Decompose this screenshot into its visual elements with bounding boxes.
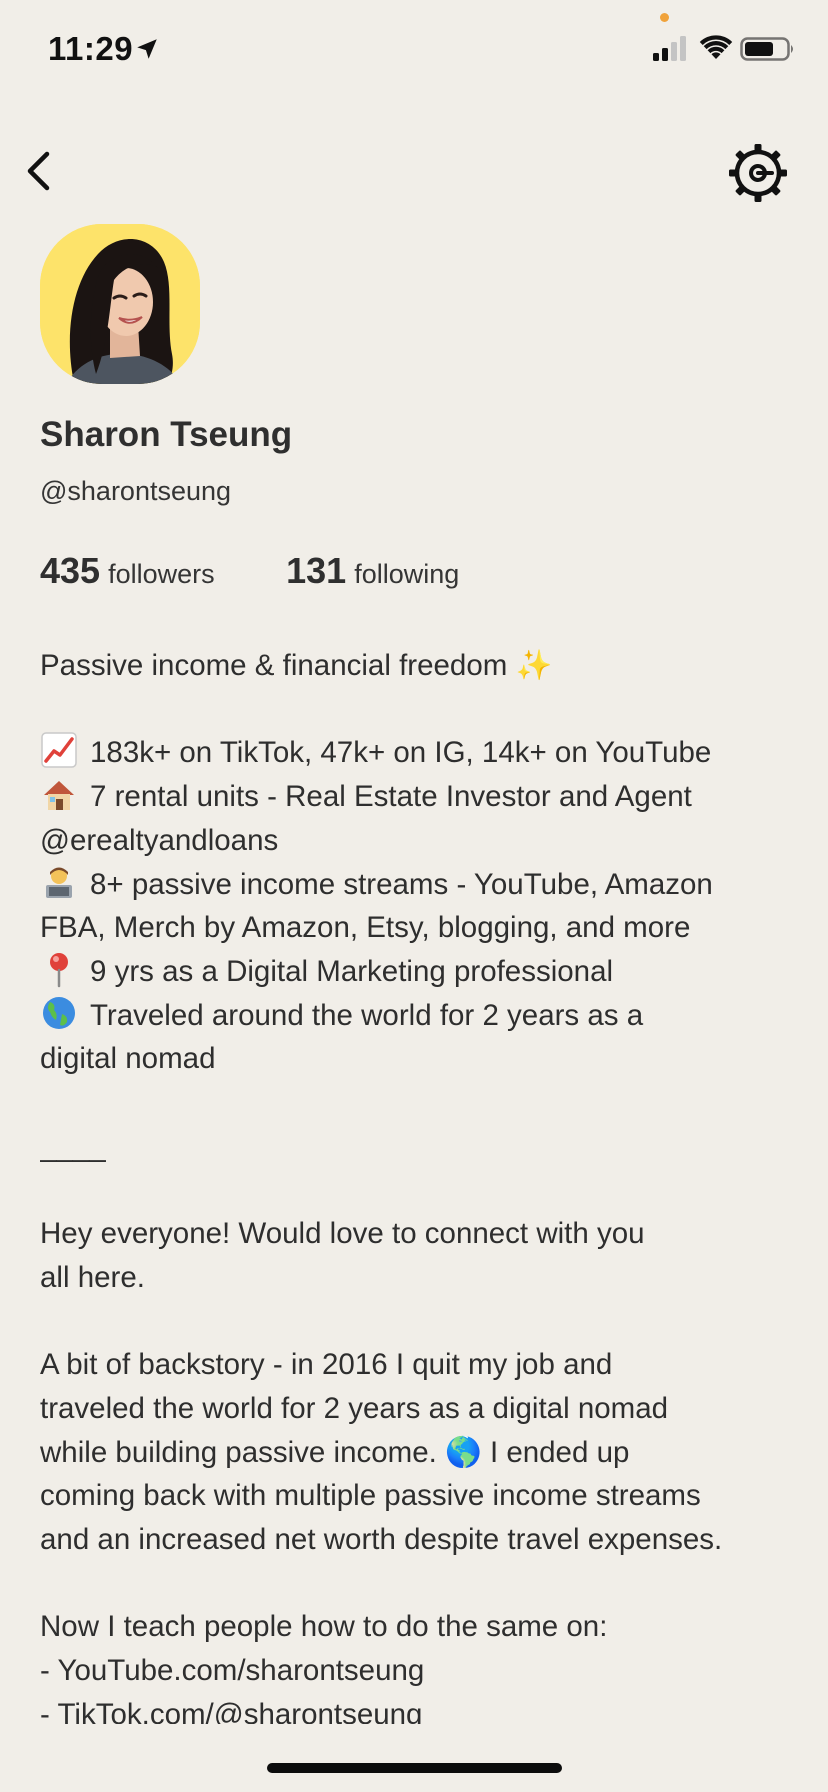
globe-americas-icon	[43, 996, 75, 1029]
bio-line: coming back with multiple passive income…	[40, 1474, 800, 1518]
bio-line	[40, 1562, 800, 1606]
round-pushpin-icon	[50, 952, 68, 988]
bio-line-text: all here.	[40, 1260, 145, 1294]
bio-line: ____	[40, 1125, 800, 1169]
bio-line-text: Hey everyone! Would love to connect with…	[40, 1217, 645, 1251]
following-label: following	[354, 559, 460, 589]
location-arrow-icon	[137, 39, 157, 59]
bio-line-text: FBA, Merch by Amazon, Etsy, blogging, an…	[40, 911, 691, 945]
gear-icon[interactable]	[728, 143, 788, 203]
bio-line: 8+ passive income streams - YouTube, Ama…	[40, 863, 800, 907]
bio-line: Hey everyone! Would love to connect with…	[40, 1212, 800, 1256]
following-link[interactable]: 131 following	[286, 550, 459, 592]
followers-link[interactable]: 435 followers	[40, 550, 215, 592]
bio-line-text: ____	[40, 1129, 106, 1163]
bio-line-text: 183k+ on TikTok, 47k+ on IG, 14k+ on You…	[90, 736, 712, 770]
bio-line: @erealtyandloans	[40, 819, 800, 863]
bio-line: - YouTube.com/sharontseung	[40, 1649, 800, 1693]
chart-increasing-icon	[41, 732, 77, 769]
technologist-icon	[46, 867, 72, 898]
profile-name: Sharon Tseung	[40, 415, 293, 454]
house-icon	[44, 781, 74, 811]
bio-line-text: - TikTok.com/@sharontseung	[40, 1697, 423, 1724]
profile-stats: 435 followers 131 following	[40, 550, 459, 592]
bio-line	[40, 1300, 800, 1344]
bio-line: FBA, Merch by Amazon, Etsy, blogging, an…	[40, 906, 800, 950]
avatar-portrait-image	[40, 224, 200, 384]
bio-line: 7 rental units - Real Estate Investor an…	[40, 775, 800, 819]
bio-line-text: A bit of backstory - in 2016 I quit my j…	[40, 1348, 613, 1382]
bio-line: 183k+ on TikTok, 47k+ on IG, 14k+ on You…	[40, 731, 800, 775]
bio-line: while building passive income. 🌎 I ended…	[40, 1431, 800, 1475]
wifi-icon	[699, 35, 733, 59]
bio-line: traveled the world for 2 years as a digi…	[40, 1387, 800, 1431]
bio-line: Now I teach people how to do the same on…	[40, 1605, 800, 1649]
bio-line-text: 9 yrs as a Digital Marketing professiona…	[90, 954, 614, 988]
bio-line-text: 7 rental units - Real Estate Investor an…	[90, 780, 692, 814]
bio-line: digital nomad	[40, 1037, 800, 1081]
profile-handle: @sharontseung	[40, 476, 232, 506]
bio-line	[40, 1168, 800, 1212]
bio-line-text: - YouTube.com/sharontseung	[40, 1654, 425, 1688]
profile-bio: Passive income & financial freedom ✨ 183k…	[40, 644, 800, 1724]
home-indicator[interactable]	[267, 1763, 562, 1773]
bio-line: all here.	[40, 1256, 800, 1300]
bio-line: 9 yrs as a Digital Marketing professiona…	[40, 950, 800, 994]
bio-line-text: and an increased net worth despite trave…	[40, 1523, 723, 1556]
bio-line-text: while building passive income. 🌎 I ended…	[40, 1435, 630, 1469]
bio-line-text: traveled the world for 2 years as a digi…	[40, 1391, 669, 1425]
bio-line: Passive income & financial freedom ✨	[40, 644, 800, 688]
bio-line-text: 8+ passive income streams - YouTube, Ama…	[90, 867, 713, 901]
bio-line-text: Traveled around the world for 2 years as…	[90, 998, 644, 1032]
bio-line-text: coming back with multiple passive income…	[40, 1479, 701, 1513]
privacy-indicator-dot	[660, 13, 669, 22]
following-count: 131	[286, 550, 347, 591]
followers-count: 435	[40, 550, 101, 591]
bio-line: A bit of backstory - in 2016 I quit my j…	[40, 1343, 800, 1387]
bio-line-text: Now I teach people how to do the same on…	[40, 1610, 608, 1644]
bio-line: Traveled around the world for 2 years as…	[40, 994, 800, 1038]
bio-line	[40, 1081, 800, 1125]
followers-label: followers	[108, 559, 215, 589]
back-chevron-icon[interactable]	[20, 146, 60, 196]
battery-icon	[740, 37, 793, 61]
bio-line-text: Passive income & financial freedom ✨	[40, 649, 553, 682]
bio-line-text: @erealtyandloans	[40, 823, 279, 857]
bio-line	[40, 688, 800, 732]
bio-line: and an increased net worth despite trave…	[40, 1518, 800, 1562]
bio-line: - TikTok.com/@sharontseung	[40, 1693, 800, 1724]
bio-line-text: digital nomad	[40, 1042, 216, 1076]
cellular-signal-icon	[653, 36, 686, 61]
avatar[interactable]	[40, 224, 200, 384]
status-bar: 11:29	[0, 0, 828, 100]
status-time: 11:29	[48, 30, 134, 67]
